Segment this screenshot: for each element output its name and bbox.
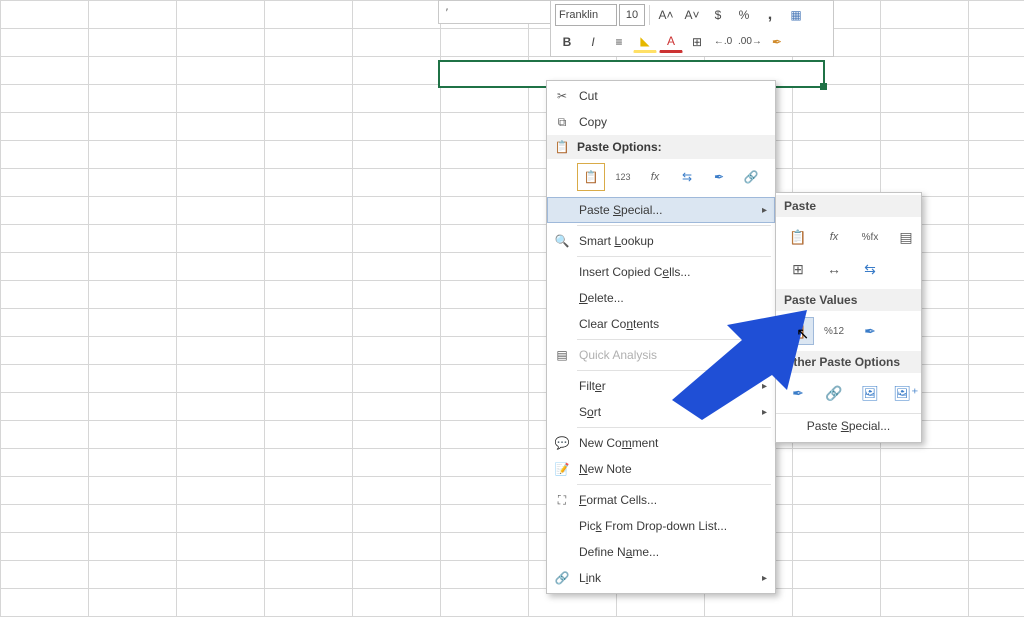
paste-transpose2-icon[interactable]: ⇆ (854, 255, 886, 283)
italic-button[interactable]: I (581, 30, 605, 54)
paste-formatting-icon[interactable]: ✒ (705, 163, 733, 191)
paste-formulas-icon[interactable]: fx (641, 163, 669, 191)
menu-link[interactable]: 🔗 Link ▸ (547, 565, 775, 591)
menu-new-note[interactable]: 📝 New Note (547, 456, 775, 482)
paste-formulas-num-icon[interactable]: %fx (854, 223, 886, 251)
mini-toolbar: Franklin 10 A˄ A˅ $ % , ▦ B I ≡ ◣ A ⊞ ←.… (550, 0, 834, 57)
context-menu: ✂ Cut ⧉ Copy 📋 Paste Options: 📋 123 fx ⇆… (546, 80, 776, 594)
paste-linked-picture-icon[interactable]: 🖼⁺ (890, 379, 922, 407)
decrease-font-icon[interactable]: A˅ (680, 3, 704, 27)
paste-values-icon[interactable]: 123 (609, 163, 637, 191)
decrease-decimal-icon[interactable]: .00→ (737, 30, 763, 54)
menu-cut[interactable]: ✂ Cut (547, 83, 775, 109)
font-size-box[interactable]: 10 (619, 4, 645, 26)
cell-edit-box[interactable]: ' (438, 0, 556, 24)
link-icon: 🔗 (551, 568, 573, 588)
paste-all-icon[interactable]: 📋 (782, 223, 814, 251)
menu-filter[interactable]: Filter ▸ (547, 373, 775, 399)
format-painter-icon[interactable]: ✒ (765, 30, 789, 54)
menu-format-cells[interactable]: ⛶ Format Cells... (547, 487, 775, 513)
menu-quick-analysis: ▤ Quick Analysis (547, 342, 775, 368)
paste-formulas2-icon[interactable]: fx (818, 223, 850, 251)
submenu-arrow-icon: ▸ (762, 407, 767, 418)
comma-style-icon[interactable]: , (758, 3, 782, 27)
submenu-paste-special-link[interactable]: Paste Special... (776, 413, 921, 438)
search-icon: 🔍 (551, 231, 573, 251)
note-icon: 📝 (551, 459, 573, 479)
font-color-icon[interactable]: A (659, 30, 683, 53)
format-cells-icon: ⛶ (551, 490, 573, 510)
paste-link2-icon[interactable]: 🔗 (818, 379, 850, 407)
menu-sort[interactable]: Sort ▸ (547, 399, 775, 425)
paste-no-borders-icon[interactable]: ⊞ (782, 255, 814, 283)
submenu-header-other: Other Paste Options (776, 351, 921, 373)
paste-options-row: 📋 123 fx ⇆ ✒ 🔗 (547, 159, 775, 197)
font-name-box[interactable]: Franklin (555, 4, 617, 26)
submenu-header-paste: Paste (776, 195, 921, 217)
comment-icon: 💬 (551, 433, 573, 453)
paste-values-num-icon[interactable]: %12 (818, 317, 850, 345)
paste-values-fmt-icon[interactable]: ✒ (854, 317, 886, 345)
paste-transpose-icon[interactable]: ⇆ (673, 163, 701, 191)
bold-button[interactable]: B (555, 30, 579, 54)
paste-special-submenu: Paste 📋 fx %fx ▤ ⊞ ↔ ⇆ Paste Values 📋 %1… (775, 192, 922, 443)
increase-decimal-icon[interactable]: ←.0 (711, 30, 735, 54)
paste-values-only-icon[interactable]: 📋 (782, 317, 814, 345)
submenu-arrow-icon: ▸ (762, 573, 767, 584)
paste-default-icon[interactable]: 📋 (577, 163, 605, 191)
borders-icon[interactable]: ⊞ (685, 30, 709, 54)
quick-analysis-icon: ▤ (551, 345, 573, 365)
paste-picture-icon[interactable]: 🖼 (854, 379, 886, 407)
submenu-arrow-icon: ▸ (762, 381, 767, 392)
menu-new-comment[interactable]: 💬 New Comment (547, 430, 775, 456)
menu-delete[interactable]: Delete... (547, 285, 775, 311)
align-icon[interactable]: ≡ (607, 30, 631, 54)
menu-insert-copied-cells[interactable]: Insert Copied Cells... (547, 259, 775, 285)
increase-font-icon[interactable]: A˄ (654, 3, 678, 27)
paste-source-fmt-icon[interactable]: ▤ (890, 223, 922, 251)
menu-smart-lookup[interactable]: 🔍 Smart Lookup (547, 228, 775, 254)
format-table-icon[interactable]: ▦ (784, 3, 808, 27)
paste-link-icon[interactable]: 🔗 (737, 163, 765, 191)
menu-define-name[interactable]: Define Name... (547, 539, 775, 565)
menu-pick-list[interactable]: Pick From Drop-down List... (547, 513, 775, 539)
scissors-icon: ✂ (551, 86, 573, 106)
percent-icon[interactable]: % (732, 3, 756, 27)
menu-copy[interactable]: ⧉ Copy (547, 109, 775, 135)
menu-paste-special[interactable]: Paste Special... ▸ (547, 197, 775, 223)
paste-col-width-icon[interactable]: ↔ (818, 255, 850, 283)
clipboard-icon: 📋 (551, 137, 573, 157)
submenu-arrow-icon: ▸ (762, 205, 767, 216)
copy-icon: ⧉ (551, 112, 573, 132)
currency-icon[interactable]: $ (706, 3, 730, 27)
menu-clear-contents[interactable]: Clear Contents (547, 311, 775, 337)
paste-formatting2-icon[interactable]: ✒ (782, 379, 814, 407)
fill-color-icon[interactable]: ◣ (633, 30, 657, 53)
submenu-header-values: Paste Values (776, 289, 921, 311)
paste-options-header: 📋 Paste Options: (547, 135, 775, 159)
